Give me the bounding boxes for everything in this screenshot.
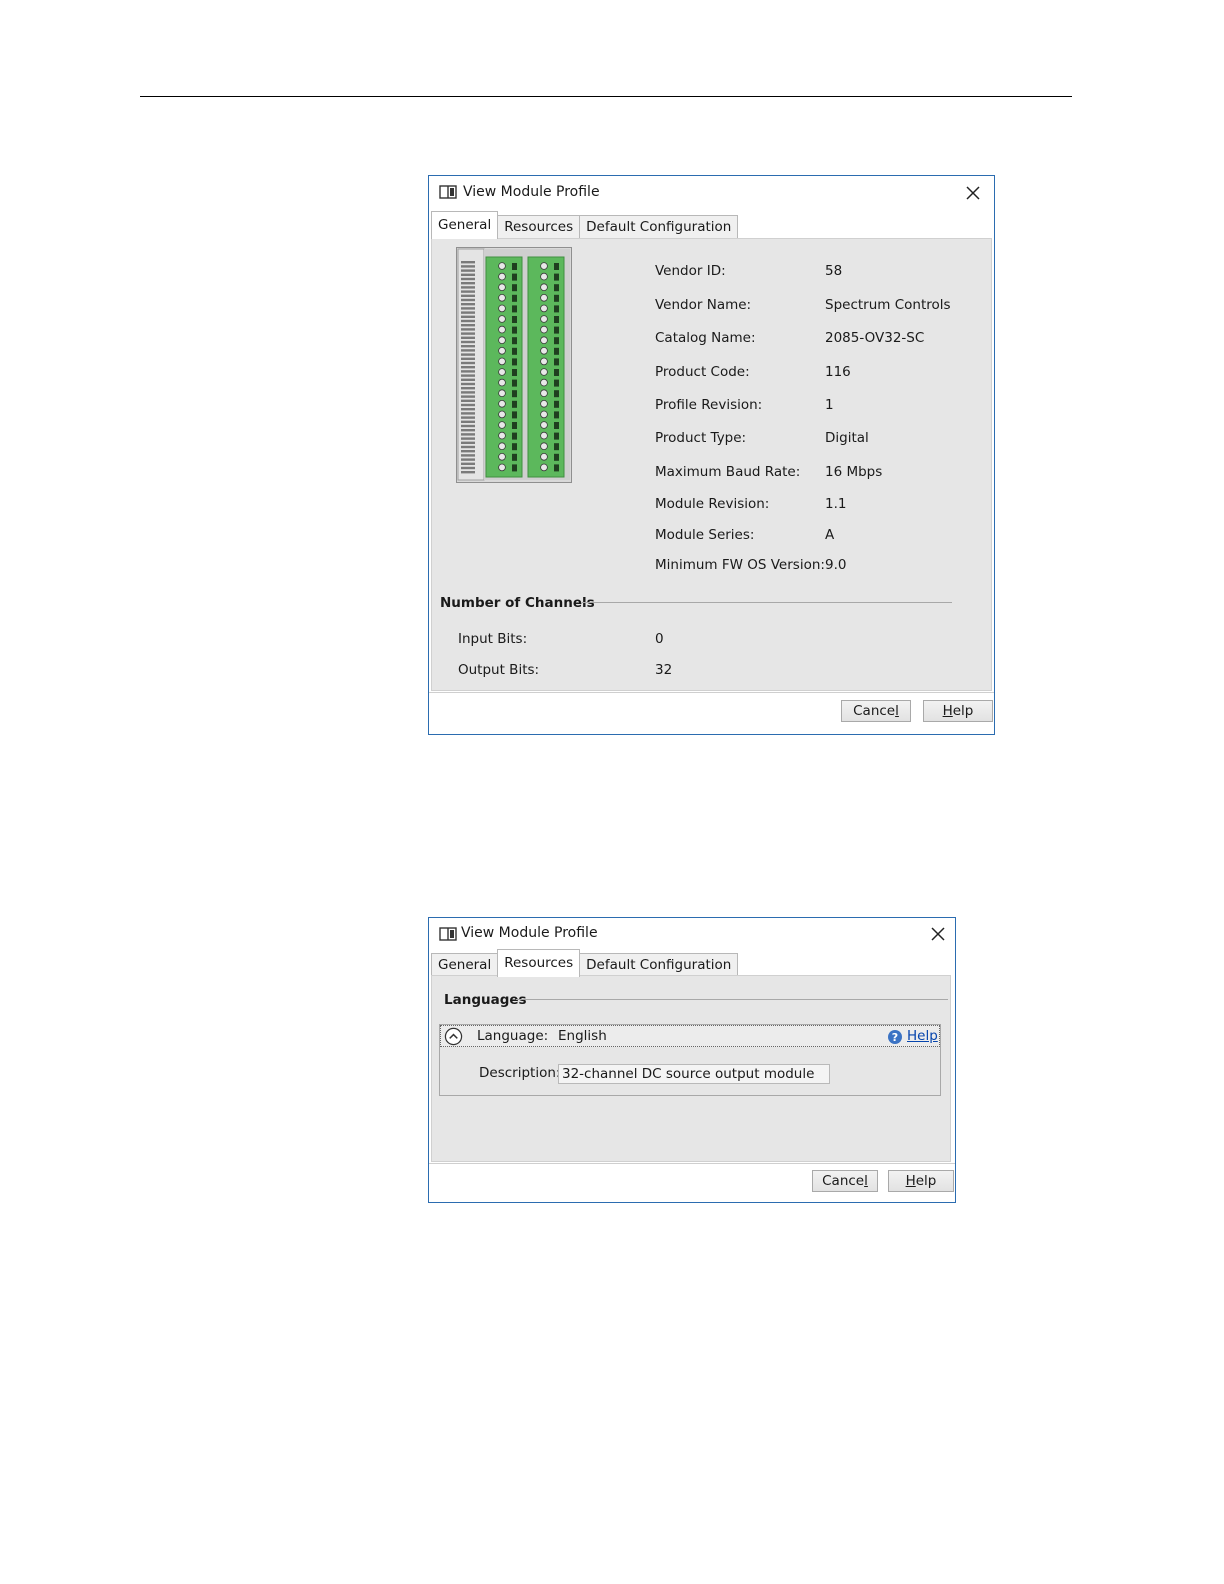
footer-divider [429,1163,955,1164]
field-label: Vendor Name: [655,297,752,313]
input-bits-label: Input Bits: [458,631,528,647]
field-label: Profile Revision: [655,397,763,413]
dialog-title: View Module Profile [463,184,600,200]
field-value: Spectrum Controls [825,297,951,313]
tab-default-configuration[interactable]: Default Configuration [579,215,739,239]
svg-text:?: ? [892,1031,898,1044]
field-value: 1 [825,397,834,413]
field-value: 58 [825,263,843,279]
description-label: Description: [479,1065,561,1081]
field-label: Product Type: [655,430,747,446]
view-module-profile-dialog-general: View Module Profile General Resources De… [428,175,995,735]
output-bits-label: Output Bits: [458,662,540,678]
title-bar: View Module Profile [429,176,994,210]
description-field[interactable]: 32-channel DC source output module [558,1064,830,1084]
field-value: 1.1 [825,496,847,512]
field-value: 16 Mbps [825,464,883,480]
close-icon[interactable] [925,921,951,947]
module-profile-icon [439,185,457,199]
title-bar: View Module Profile [429,918,955,952]
tab-bar: General Resources Default Configuration [431,949,739,977]
page-header-rule [140,96,1072,97]
section-divider [582,602,952,603]
footer-divider [429,692,994,693]
section-divider [516,999,948,1000]
tab-resources[interactable]: Resources [497,949,581,977]
cancel-button[interactable]: Cancel [841,700,911,722]
field-value: 116 [825,364,851,380]
close-icon[interactable] [960,180,986,206]
field-label: Module Series: [655,527,755,543]
number-of-channels-title: Number of Channels [440,595,595,611]
language-header: Language: English ? Help [440,1025,940,1047]
tab-bar: General Resources Default Configuration [431,211,739,239]
field-label: Minimum FW OS Version: [655,557,825,573]
general-panel: Vendor ID: 58 Vendor Name: Spectrum Control… [431,238,992,691]
field-value: 2085-OV32-SC [825,330,925,346]
help-button[interactable]: Help [923,700,993,722]
help-link[interactable]: Help [907,1028,938,1044]
input-bits-value: 0 [655,631,664,647]
field-label: Module Revision: [655,496,770,512]
field-label: Maximum Baud Rate: [655,464,801,480]
tab-default-configuration[interactable]: Default Configuration [579,953,739,977]
field-label: Product Code: [655,364,750,380]
module-profile-icon [439,927,457,941]
help-button[interactable]: Help [888,1170,954,1192]
field-label: Vendor ID: [655,263,726,279]
language-label: Language: [477,1028,549,1044]
module-image [456,247,572,483]
language-group: Language: English ? Help Description: 32… [439,1024,941,1096]
tab-general[interactable]: General [431,953,499,977]
view-module-profile-dialog-resources: View Module Profile General Resources De… [428,917,956,1203]
output-bits-value: 32 [655,662,673,678]
field-value: Digital [825,430,869,446]
tab-resources[interactable]: Resources [497,215,581,239]
field-label: Catalog Name: [655,330,756,346]
collapse-icon[interactable] [444,1027,463,1046]
languages-title: Languages [444,992,527,1008]
field-value: A [825,527,835,543]
cancel-button[interactable]: Cancel [812,1170,878,1192]
resources-panel: Languages Language: English ? Help Descr… [431,975,951,1162]
field-value: 9.0 [825,557,847,573]
dialog-title: View Module Profile [461,925,598,941]
help-icon[interactable]: ? [887,1029,903,1045]
tab-general[interactable]: General [431,211,499,239]
language-value: English [558,1028,607,1044]
